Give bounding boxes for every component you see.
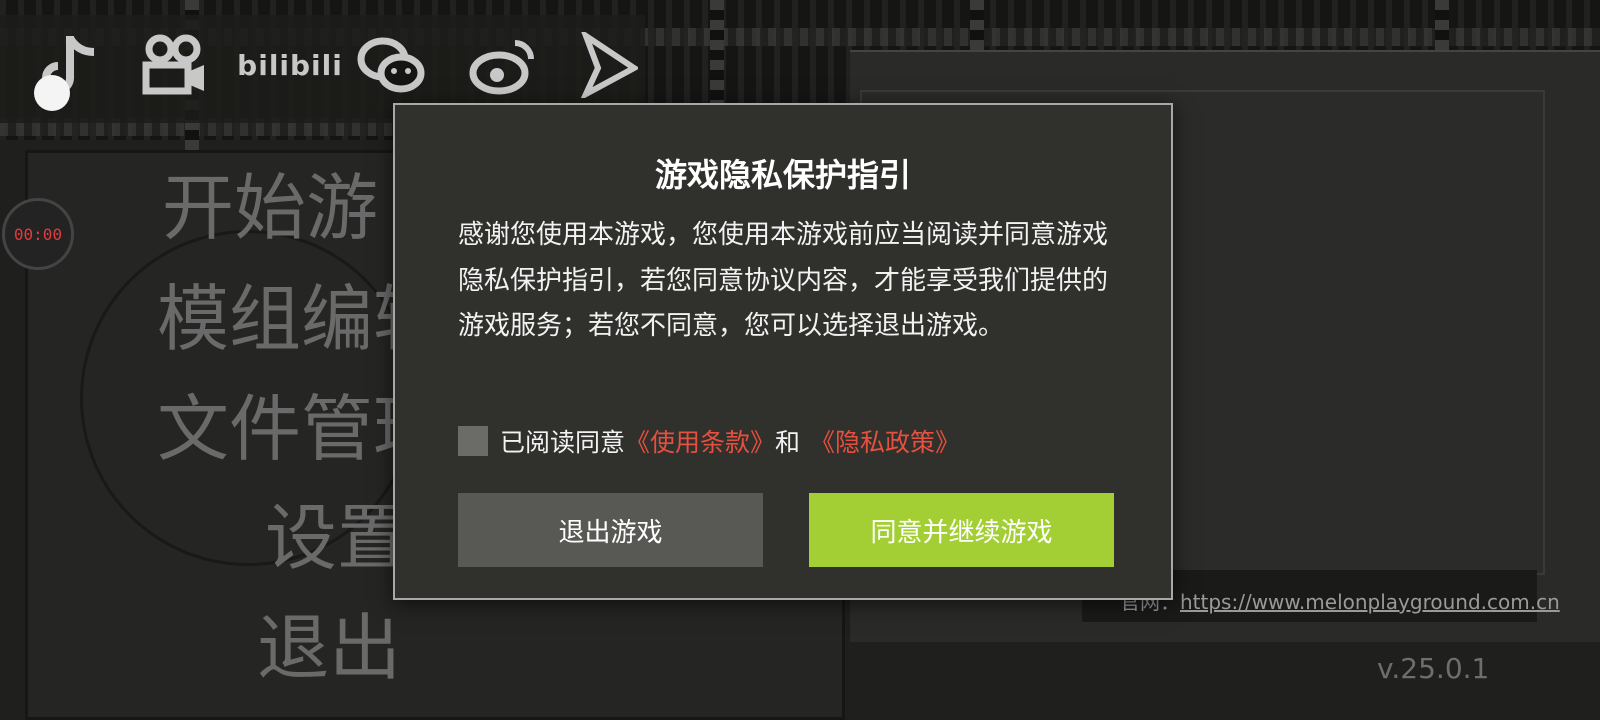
record-button[interactable]	[34, 75, 70, 111]
terms-link[interactable]: 《使用条款》	[625, 423, 775, 459]
agreement-row: 已阅读同意 《使用条款》 和 《隐私政策》	[458, 425, 960, 457]
version-label: v.25.0.1	[1377, 652, 1490, 685]
weibo-icon[interactable]	[465, 30, 541, 100]
website-line: 官网：https://www.melonplayground.com.cn	[1120, 586, 1560, 615]
bilibili-icon[interactable]: bilibili	[237, 30, 343, 100]
agree-checkbox[interactable]	[458, 426, 488, 456]
play-arrow-icon[interactable]	[578, 30, 640, 100]
record-timer[interactable]: 00:00	[2, 198, 74, 270]
privacy-dialog: 游戏隐私保护指引 感谢您使用本游戏，您使用本游戏前应当阅读并同意游戏隐私保护指引…	[393, 103, 1173, 600]
wechat-icon[interactable]	[355, 30, 427, 100]
bilibili-logo-text: bilibili	[237, 48, 343, 82]
menu-exit[interactable]: 退出	[257, 612, 401, 684]
website-link[interactable]: https://www.melonplayground.com.cn	[1180, 590, 1560, 614]
dialog-body: 感谢您使用本游戏，您使用本游戏前应当阅读并同意游戏隐私保护指引，若您同意协议内容…	[458, 220, 1109, 341]
dialog-title: 游戏隐私保护指引	[654, 156, 911, 194]
video-camera-icon[interactable]	[138, 30, 210, 100]
agree-continue-button[interactable]: 同意并继续游戏	[809, 493, 1114, 567]
conjunction-text: 和	[775, 428, 801, 457]
privacy-policy-link[interactable]: 《隐私政策》	[810, 423, 960, 459]
menu-settings[interactable]: 设置	[265, 502, 409, 574]
exit-game-button[interactable]: 退出游戏	[458, 493, 763, 567]
agree-text: 已阅读同意	[500, 428, 626, 457]
menu-start-game[interactable]: 开始游	[162, 172, 378, 244]
